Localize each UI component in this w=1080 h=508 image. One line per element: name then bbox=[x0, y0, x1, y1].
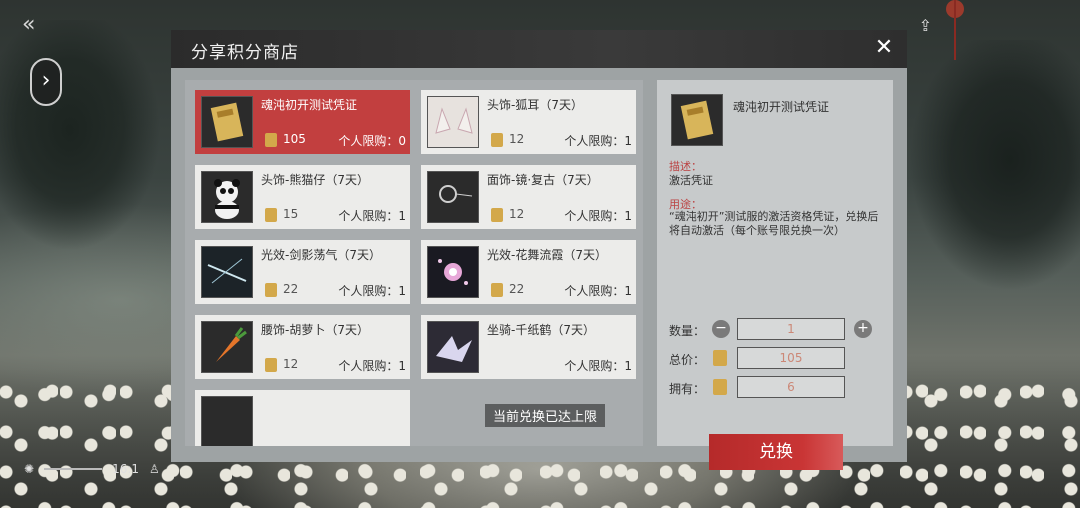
owned-label: 拥有： bbox=[669, 382, 706, 396]
quantity-label: 数量： bbox=[669, 324, 706, 338]
item-limit: 个人限购：1 bbox=[564, 359, 632, 373]
item-card-test-voucher[interactable]: 魂沌初开测试凭证 105 个人限购：0 bbox=[195, 90, 410, 154]
coin-icon bbox=[265, 283, 277, 297]
item-limit: 个人限购：1 bbox=[564, 134, 632, 148]
coin-icon bbox=[491, 283, 503, 297]
item-limit: 个人限购：1 bbox=[338, 359, 406, 373]
item-limit: 个人限购：1 bbox=[564, 284, 632, 298]
share-icon[interactable]: ⇪ bbox=[919, 16, 932, 35]
paper-crane-icon bbox=[427, 321, 479, 373]
voucher-icon bbox=[671, 94, 723, 146]
item-card-partial[interactable] bbox=[195, 390, 410, 446]
item-price: 12 bbox=[509, 132, 525, 146]
item-card-flower-effect[interactable]: 光效-花舞流霞（7天） 22 个人限购：1 bbox=[421, 240, 636, 304]
item-thumbnail bbox=[201, 396, 253, 446]
background-trees-right bbox=[900, 40, 1080, 300]
character-icon[interactable]: ♙ bbox=[149, 462, 160, 476]
total-price-label: 总价： bbox=[669, 353, 706, 367]
coin-icon bbox=[265, 133, 277, 147]
owned-field: 6 bbox=[737, 376, 845, 398]
monocle-icon bbox=[427, 171, 479, 223]
fox-ears-icon bbox=[427, 96, 479, 148]
settings-gear-icon[interactable]: ✺ bbox=[24, 462, 34, 476]
share-points-shop-modal: 分享积分商店 ✕ 魂沌初开测试凭证 105 个人限购：0 头饰-狐耳（7天） 1… bbox=[171, 30, 907, 470]
description-text: 激活凭证 bbox=[669, 174, 713, 187]
item-name: 魂沌初开测试凭证 bbox=[261, 98, 358, 112]
usage-text: “魂沌初开”测试服的激活资格凭证，兑换后将自动激活（每个账号限兑换一次） bbox=[669, 210, 879, 237]
item-price: 22 bbox=[283, 282, 299, 296]
item-list[interactable]: 魂沌初开测试凭证 105 个人限购：0 头饰-狐耳（7天） 12 个人限购：1 … bbox=[185, 80, 643, 446]
item-limit: 个人限购：1 bbox=[338, 284, 406, 298]
item-name: 腰饰-胡萝卜（7天） bbox=[261, 323, 369, 337]
coin-icon bbox=[713, 379, 727, 395]
item-name: 光效-剑影荡气（7天） bbox=[261, 248, 381, 262]
exchange-button[interactable]: 兑换 bbox=[709, 434, 843, 470]
quantity-field[interactable]: 1 bbox=[737, 318, 845, 340]
wind-chime-decoration bbox=[940, 0, 970, 90]
background-trees-left bbox=[0, 20, 170, 280]
item-card-paper-crane[interactable]: 坐骑-千纸鹤（7天） 个人限购：1 bbox=[421, 315, 636, 379]
item-name: 头饰-狐耳（7天） bbox=[487, 98, 583, 112]
exchange-limit-toast: 当前兑换已达上限 bbox=[485, 404, 606, 427]
item-name: 头饰-熊猫仔（7天） bbox=[261, 173, 369, 187]
item-card-monocle[interactable]: 面饰-镜·复古（7天） 12 个人限购：1 bbox=[421, 165, 636, 229]
back-arrow-icon[interactable]: « bbox=[22, 12, 35, 37]
item-detail-panel: 魂沌初开测试凭证 描述： 激活凭证 用途： “魂沌初开”测试服的激活资格凭证，兑… bbox=[657, 80, 893, 470]
item-price: 22 bbox=[509, 282, 525, 296]
item-limit: 个人限购：0 bbox=[338, 134, 406, 148]
modal-title: 分享积分商店 bbox=[191, 43, 299, 63]
carrot-icon bbox=[201, 321, 253, 373]
coin-icon bbox=[491, 208, 503, 222]
voucher-icon bbox=[201, 96, 253, 148]
hud-progress-bar bbox=[44, 468, 103, 470]
bottom-hud: ✺ 16:1 ♙ bbox=[24, 462, 160, 476]
item-price: 15 bbox=[283, 207, 299, 221]
increase-quantity-button[interactable]: + bbox=[854, 320, 872, 338]
item-price: 12 bbox=[509, 207, 525, 221]
item-limit: 个人限购：1 bbox=[564, 209, 632, 223]
item-limit: 个人限购：1 bbox=[338, 209, 406, 223]
decrease-quantity-button[interactable]: − bbox=[712, 320, 730, 338]
coin-icon bbox=[713, 350, 727, 366]
item-card-sword-effect[interactable]: 光效-剑影荡气（7天） 22 个人限购：1 bbox=[195, 240, 410, 304]
item-name: 光效-花舞流霞（7天） bbox=[487, 248, 607, 262]
item-name: 坐骑-千纸鹤（7天） bbox=[487, 323, 595, 337]
expand-chevron-icon[interactable]: › bbox=[30, 58, 62, 106]
hud-time: 16:1 bbox=[112, 462, 140, 476]
detail-item-name: 魂沌初开测试凭证 bbox=[733, 100, 830, 114]
coin-icon bbox=[265, 358, 277, 372]
coin-icon bbox=[491, 133, 503, 147]
sword-effect-icon bbox=[201, 246, 253, 298]
item-price: 105 bbox=[283, 132, 306, 146]
panda-icon bbox=[201, 171, 253, 223]
coin-icon bbox=[265, 208, 277, 222]
modal-body: 魂沌初开测试凭证 105 个人限购：0 头饰-狐耳（7天） 12 个人限购：1 … bbox=[171, 68, 907, 470]
item-card-fox-ears[interactable]: 头饰-狐耳（7天） 12 个人限购：1 bbox=[421, 90, 636, 154]
item-name: 面饰-镜·复古（7天） bbox=[487, 173, 599, 187]
flower-effect-icon bbox=[427, 246, 479, 298]
total-price-field: 105 bbox=[737, 347, 845, 369]
item-card-carrot[interactable]: 腰饰-胡萝卜（7天） 12 个人限购：1 bbox=[195, 315, 410, 379]
close-icon[interactable]: ✕ bbox=[871, 35, 897, 61]
modal-header: 分享积分商店 ✕ bbox=[171, 30, 907, 68]
item-card-panda[interactable]: 头饰-熊猫仔（7天） 15 个人限购：1 bbox=[195, 165, 410, 229]
item-price: 12 bbox=[283, 357, 299, 371]
